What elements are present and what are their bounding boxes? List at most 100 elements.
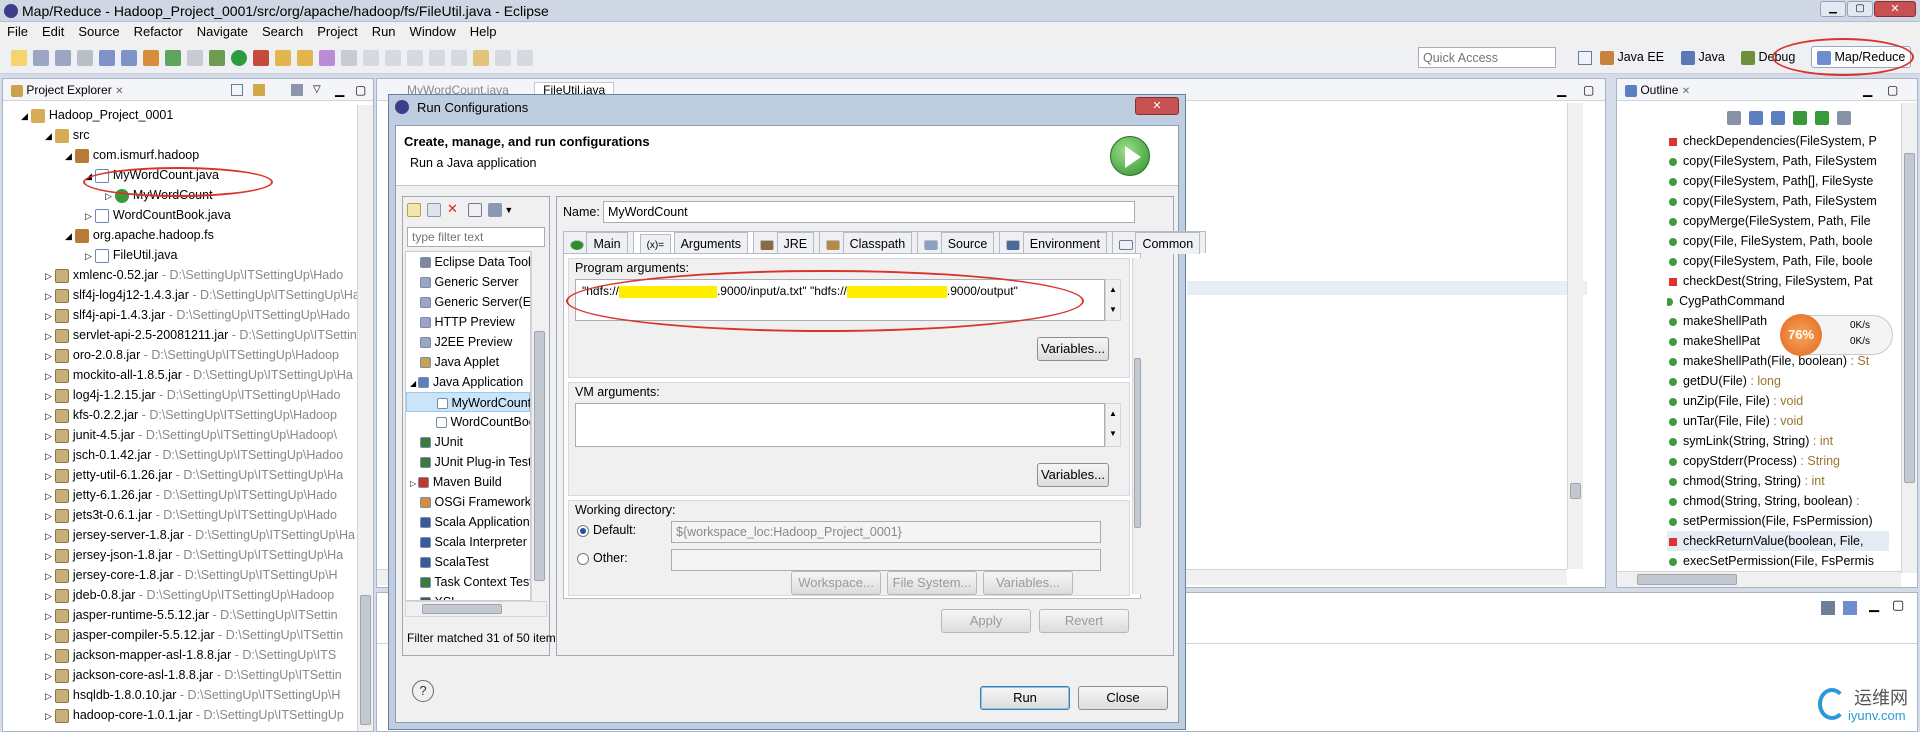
hide-local-types-icon[interactable] (1815, 110, 1829, 125)
refresh-icon[interactable] (165, 50, 181, 66)
new-config-icon[interactable] (407, 202, 421, 217)
tree-item-jar[interactable]: ▷ jasper-runtime-5.5.12.jar - D:\Setting… (3, 605, 357, 625)
config-tree-item[interactable]: MyWordCount (406, 392, 530, 412)
package-icon[interactable] (143, 50, 159, 66)
config-tree-item[interactable]: ▷ Maven Build (406, 472, 530, 492)
config-name-input[interactable] (603, 201, 1135, 223)
tree-item-jar[interactable]: ▷ kfs-0.2.2.jar - D:\SettingUp\ITSetting… (3, 405, 357, 425)
config-tree-item[interactable]: Java Applet (406, 352, 530, 372)
delete-config-icon[interactable]: ✕ (447, 201, 458, 216)
tree-item-src[interactable]: ◢ src (3, 125, 357, 145)
pin-icon[interactable] (517, 50, 533, 66)
minimize-button[interactable]: ▁ (1820, 1, 1846, 17)
revert-button[interactable]: Revert (1039, 609, 1129, 633)
pencil-icon[interactable] (363, 50, 379, 66)
outline-item[interactable]: getDU(File) : long (1667, 371, 1889, 391)
bottom-minimize-icon[interactable]: ▁ (1869, 597, 1879, 613)
config-tree-item[interactable]: Scala Application (406, 512, 530, 532)
outline-scroll-thumb[interactable] (1904, 153, 1915, 483)
config-filter-input[interactable] (407, 227, 545, 247)
duplicate-config-icon[interactable] (427, 202, 441, 217)
outline-item[interactable]: checkReturnValue(boolean, File, (1667, 531, 1889, 551)
back-icon[interactable] (473, 50, 489, 66)
tab-environment[interactable]: Environment (999, 231, 1113, 254)
vm-args-scroll[interactable]: ▲ ▼ (1105, 403, 1121, 447)
bottom-toolbar-icon[interactable] (1821, 601, 1835, 615)
quick-access-input[interactable] (1418, 47, 1556, 68)
default-radio[interactable] (577, 525, 589, 537)
config-tree-vscrollbar[interactable] (531, 251, 547, 601)
close-window-button[interactable]: ✕ (1874, 1, 1916, 17)
outline-item[interactable]: unZip(File, File) : void (1667, 391, 1889, 411)
outline-close-icon[interactable]: ✕ (1682, 86, 1690, 97)
close-view-icon[interactable]: ✕ (115, 86, 123, 97)
editor-scroll-thumb[interactable] (1570, 483, 1581, 499)
outline-item[interactable]: copyMerge(FileSystem, Path, File (1667, 211, 1889, 231)
tree-item-wordcountbook[interactable]: ▷ WordCountBook.java (3, 205, 357, 225)
outline-item[interactable]: copy(FileSystem, Path, FileSystem (1667, 151, 1889, 171)
help-icon[interactable] (187, 50, 203, 66)
collapse-all-icon[interactable] (231, 84, 243, 96)
maximize-view-icon[interactable]: ▢ (355, 79, 366, 101)
tree-item-project[interactable]: ◢ Hadoop_Project_0001 (3, 105, 357, 125)
menu-file[interactable]: File (0, 22, 35, 41)
tree-item-jar[interactable]: ▷ hadoop-core-1.0.1.jar - D:\SettingUp\I… (3, 705, 357, 725)
net-speed-widget[interactable]: 76% 0K/s 0K/s (1780, 314, 1893, 356)
editor-minimize-icon[interactable]: ▁ (1557, 79, 1566, 101)
tree-item-jar[interactable]: ▷ oro-2.0.8.jar - D:\SettingUp\ITSetting… (3, 345, 357, 365)
perspective-java[interactable]: Java (1681, 50, 1725, 65)
editor-maximize-icon[interactable]: ▢ (1583, 79, 1594, 101)
tree-item-jar[interactable]: ▷ jersey-core-1.8.jar - D:\SettingUp\ITS… (3, 565, 357, 585)
block-icon[interactable] (407, 50, 423, 66)
search-tool-icon[interactable] (341, 50, 357, 66)
outline-minimize-icon[interactable]: ▁ (1863, 79, 1872, 101)
config-tree-item[interactable]: Generic Server(Exte (406, 292, 530, 312)
outline-item[interactable]: execSetPermission(File, FsPermis (1667, 551, 1889, 571)
save-icon[interactable] (33, 50, 49, 66)
tree-item-jar[interactable]: ▷ slf4j-api-1.4.3.jar - D:\SettingUp\ITS… (3, 305, 357, 325)
outline-item[interactable]: symLink(String, String) : int (1667, 431, 1889, 451)
other-dir-input[interactable] (671, 549, 1101, 571)
outline-item[interactable]: unTar(File, File) : void (1667, 411, 1889, 431)
tree-item-jar[interactable]: ▷ jersey-server-1.8.jar - D:\SettingUp\I… (3, 525, 357, 545)
annotation-next-icon[interactable] (429, 50, 445, 66)
outline-item[interactable]: copy(File, FileSystem, Path, boole (1667, 231, 1889, 251)
menu-project[interactable]: Project (310, 22, 364, 41)
run-icon[interactable] (231, 50, 247, 66)
bottom-maximize-icon[interactable]: ▢ (1892, 597, 1904, 613)
tab-jre[interactable]: JRE (753, 231, 821, 254)
toggle-icon[interactable] (99, 50, 115, 66)
tree-item-fileutil[interactable]: ▷ FileUtil.java (3, 245, 357, 265)
config-tree-item[interactable]: WordCountBoo (406, 412, 530, 432)
hide-static-icon[interactable] (1771, 110, 1785, 125)
menu-search[interactable]: Search (255, 22, 310, 41)
menu-refactor[interactable]: Refactor (127, 22, 190, 41)
outline-hscrollbar[interactable] (1617, 571, 1901, 587)
tree-item-jar[interactable]: ▷ jetty-6.1.26.jar - D:\SettingUp\ITSett… (3, 485, 357, 505)
tab-source[interactable]: Source (917, 231, 1001, 254)
config-tree-scroll-thumb[interactable] (534, 331, 545, 581)
minimize-view-icon[interactable]: ▁ (335, 79, 344, 101)
workspace-button[interactable]: Workspace... (791, 571, 881, 595)
tree-item-jar[interactable]: ▷ jsch-0.1.42.jar - D:\SettingUp\ITSetti… (3, 445, 357, 465)
bottom-elephant-icon[interactable] (1843, 601, 1857, 615)
tree-item-jar[interactable]: ▷ servlet-api-2.5-20081211.jar - D:\Sett… (3, 325, 357, 345)
tree-item-jar[interactable]: ▷ jackson-mapper-asl-1.8.8.jar - D:\Sett… (3, 645, 357, 665)
open-folder-icon[interactable] (297, 50, 313, 66)
filter-dropdown-chevron-icon[interactable]: ▼ (502, 205, 513, 215)
outline-item[interactable]: chmod(String, String) : int (1667, 471, 1889, 491)
tab-classpath[interactable]: Classpath (819, 231, 919, 254)
run-button[interactable]: Run (980, 686, 1070, 710)
other-radio[interactable] (577, 553, 589, 565)
menu-source[interactable]: Source (71, 22, 126, 41)
config-tree-item[interactable]: XSL (406, 592, 530, 600)
workdir-variables-button[interactable]: Variables... (983, 571, 1073, 595)
tree-item-package2[interactable]: ◢ org.apache.hadoop.fs (3, 225, 357, 245)
program-args-scroll[interactable]: ▲ ▼ (1105, 279, 1121, 321)
collapse-config-icon[interactable] (467, 202, 482, 217)
mark-icon[interactable] (385, 50, 401, 66)
filesystem-button[interactable]: File System... (887, 571, 977, 595)
config-tree-item[interactable]: ◢ Java Application (406, 372, 530, 392)
link-editor-icon[interactable] (253, 84, 265, 96)
hide-nonpublic-icon[interactable] (1793, 110, 1807, 125)
